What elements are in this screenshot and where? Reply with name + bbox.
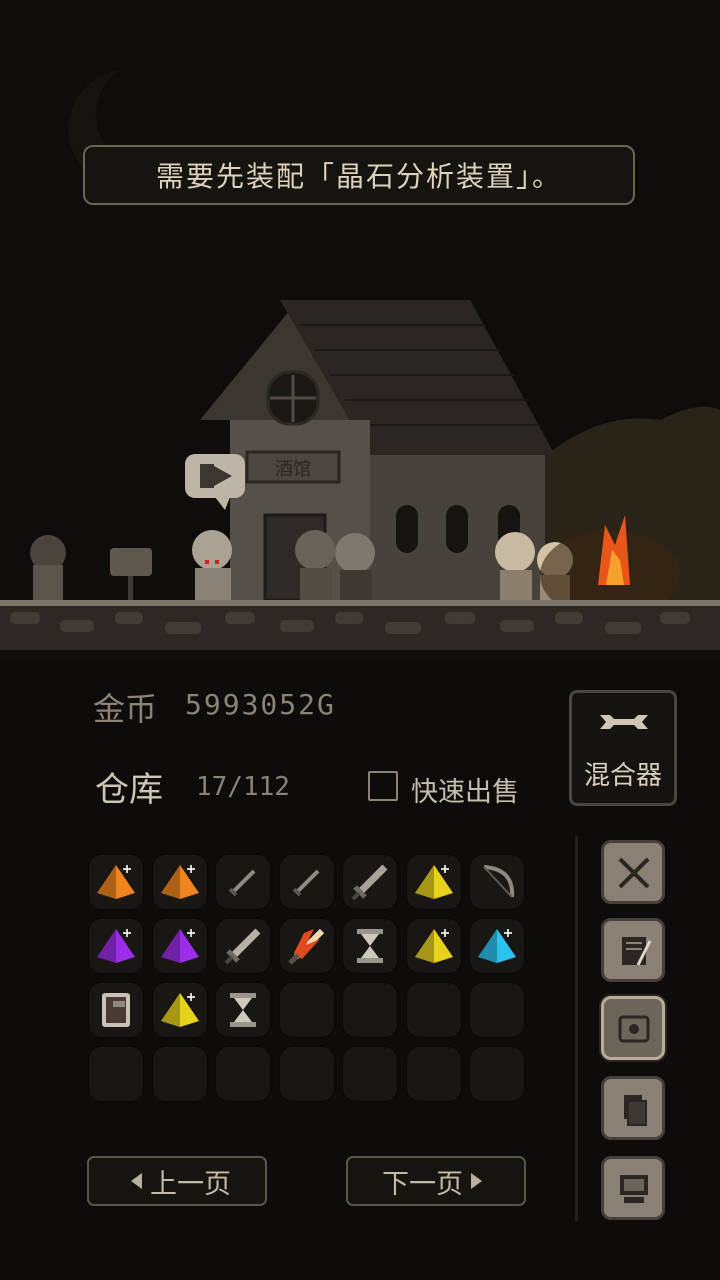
inventory-slot-pyramid-crystal[interactable] [406, 918, 462, 974]
map-icon [618, 1015, 650, 1043]
inventory-slot-pyramid-crystal[interactable] [152, 982, 208, 1038]
system-message: 需要先装配「晶石分析装置」。 [83, 145, 635, 205]
prev-page-label: 上一页 [150, 1168, 231, 1200]
inventory-slot-empty[interactable] [406, 982, 462, 1038]
pyramid-crystal-icon [97, 865, 135, 899]
sword-icon [224, 928, 261, 965]
pyramid-crystal-icon [161, 929, 199, 963]
mixer-button[interactable]: 混合器 [569, 690, 677, 806]
inventory-slot-hourglass[interactable] [342, 918, 398, 974]
inventory-slot-pyramid-crystal[interactable] [152, 918, 208, 974]
warehouse-count: 17/112 [196, 772, 290, 802]
gold-value: 5993052G [185, 688, 336, 721]
inventory-slot-dagger[interactable] [279, 854, 335, 910]
inventory-slot-empty[interactable] [342, 1046, 398, 1102]
inventory-slot-empty[interactable] [215, 1046, 271, 1102]
pyramid-crystal-icon [161, 865, 199, 899]
inventory-slot-empty[interactable] [279, 982, 335, 1038]
inventory-slot-pyramid-crystal[interactable] [88, 918, 144, 974]
quick-sell-checkbox[interactable] [368, 771, 398, 801]
computer-icon [620, 1175, 648, 1203]
warehouse-label: 仓库 [95, 770, 163, 810]
computer-button[interactable] [601, 1156, 665, 1220]
pyramid-crystal-icon [415, 865, 453, 899]
chevron-left-icon [131, 1173, 142, 1189]
pyramid-crystal-icon [415, 929, 453, 963]
inventory-slot-pyramid-crystal[interactable] [469, 918, 525, 974]
inventory-slot-hourglass[interactable] [215, 982, 271, 1038]
prev-page-button[interactable]: 上一页 [87, 1156, 267, 1206]
flame-sword-icon [288, 928, 325, 965]
inventory-slot-pyramid-crystal[interactable] [88, 854, 144, 910]
quick-sell-label[interactable]: 快速出售 [411, 770, 519, 809]
documents-button[interactable] [601, 1076, 665, 1140]
bow-icon [483, 865, 515, 898]
inventory-slot-empty[interactable] [469, 982, 525, 1038]
inventory-slot-pyramid-crystal[interactable] [406, 854, 462, 910]
armor-icon [102, 993, 130, 1027]
hourglass-icon [357, 929, 383, 963]
documents-icon [624, 1095, 647, 1126]
gold-label: 金币 [93, 690, 158, 728]
inventory-slot-empty[interactable] [406, 1046, 462, 1102]
inventory-slot-bow[interactable] [469, 854, 525, 910]
message-text: 需要先装配「晶石分析装置」。 [155, 160, 562, 193]
crossed-swords-icon [618, 857, 650, 889]
inventory-slot-flame-sword[interactable] [279, 918, 335, 974]
inventory-slot-pyramid-crystal[interactable] [152, 854, 208, 910]
scroll-icon [622, 937, 652, 966]
sidebar-divider [575, 836, 578, 1221]
mixer-label: 混合器 [583, 761, 662, 791]
pyramid-crystal-icon [478, 929, 516, 963]
tavern-sign: 酒馆 [275, 459, 311, 480]
sword-icon [351, 864, 388, 901]
scroll-button[interactable] [601, 918, 665, 982]
pyramid-crystal-icon [97, 929, 135, 963]
inventory-slot-empty[interactable] [152, 1046, 208, 1102]
inventory-slot-sword[interactable] [215, 918, 271, 974]
pyramid-crystal-icon [161, 993, 199, 1027]
inventory-slot-empty[interactable] [342, 982, 398, 1038]
inventory-slot-empty[interactable] [88, 1046, 144, 1102]
map-button[interactable] [601, 996, 665, 1060]
dagger-icon [228, 869, 256, 897]
next-page-button[interactable]: 下一页 [346, 1156, 526, 1206]
inventory-slot-empty[interactable] [279, 1046, 335, 1102]
village-scene: 酒馆 [0, 0, 720, 660]
inventory-slot-armor[interactable] [88, 982, 144, 1038]
inventory-slot-dagger[interactable] [215, 854, 271, 910]
crossed-swords-button[interactable] [601, 840, 665, 904]
wrench-icon [600, 715, 648, 729]
next-page-label: 下一页 [382, 1168, 463, 1200]
hourglass-icon [230, 993, 256, 1027]
inventory-slot-empty[interactable] [469, 1046, 525, 1102]
dagger-icon [292, 869, 320, 897]
chevron-right-icon [471, 1173, 482, 1189]
inventory-slot-sword[interactable] [342, 854, 398, 910]
